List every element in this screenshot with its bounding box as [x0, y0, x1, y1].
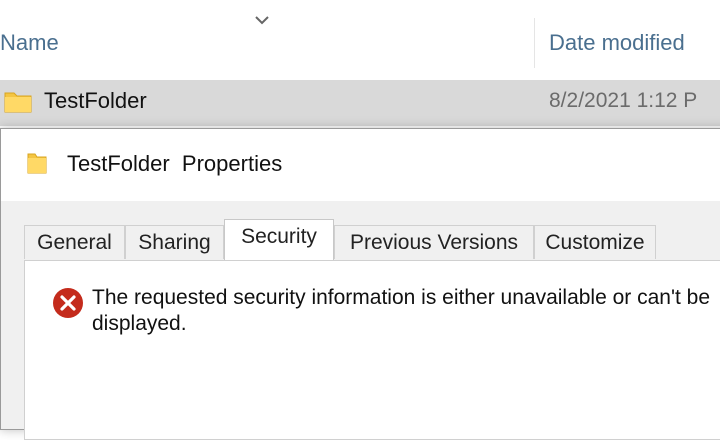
error-message: The requested security information is ei… [92, 286, 711, 335]
tab-security[interactable]: Security [224, 219, 334, 260]
column-header-date-modified[interactable]: Date modified [549, 26, 685, 60]
properties-dialog: TestFolder Properties General Sharing Se… [0, 128, 720, 440]
column-divider[interactable] [534, 18, 535, 68]
tab-previous-versions[interactable]: Previous Versions [334, 225, 534, 259]
file-name: TestFolder [44, 88, 147, 113]
column-header-name[interactable]: Name [0, 26, 59, 60]
file-row-testfolder[interactable]: TestFolder 8/2/2021 1:12 P [0, 80, 720, 126]
dialog-title: TestFolder Properties [67, 151, 283, 176]
folder-icon [4, 92, 32, 113]
folder-icon [27, 153, 47, 174]
error-icon [53, 288, 83, 318]
tab-sharing[interactable]: Sharing [125, 225, 224, 259]
dialog-titlebar[interactable]: TestFolder Properties [1, 129, 720, 201]
security-tab-panel: The requested security information is ei… [24, 260, 720, 440]
file-date-modified: 8/2/2021 1:12 P [549, 89, 698, 112]
tab-customize[interactable]: Customize [534, 225, 656, 259]
chevron-down-icon[interactable] [252, 12, 272, 28]
dialog-body: General Sharing Security Previous Versio… [1, 201, 720, 440]
tab-general[interactable]: General [24, 225, 125, 259]
